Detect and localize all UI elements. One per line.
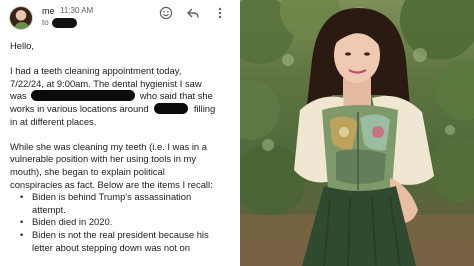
sent-time: 11:30 AM (60, 6, 94, 15)
conspiracy-list: Biden is behind Trump's assassination at… (19, 191, 234, 254)
redacted-recipient (52, 18, 77, 28)
p1-line-3: was who said that she (10, 90, 234, 103)
recipient-label: to (42, 18, 49, 27)
paragraph-2: While she was cleaning my teeth (i.e. I … (10, 141, 234, 191)
p1-line-3-end: who said that she (139, 90, 213, 102)
sender-name: me (42, 6, 55, 16)
p1-line-4-end: filling (193, 102, 216, 114)
portrait-photo (240, 0, 474, 266)
p2-line-1: While she was cleaning my teeth (i.e. I … (10, 140, 207, 152)
greeting: Hello, (10, 40, 34, 51)
smile-icon[interactable] (159, 6, 173, 20)
list-item: Biden is behind Trump's assassination at… (19, 191, 234, 216)
email-panel: me 11:30 AM to Hello, I had a teeth clea… (0, 0, 238, 266)
portrait-illustration (240, 0, 474, 266)
redacted-name (31, 90, 136, 102)
email-header: me 11:30 AM to (0, 0, 238, 34)
redacted-location (154, 102, 189, 114)
email-body: Hello, I had a teeth cleaning appointmen… (10, 40, 234, 254)
p1-line-4-start: works in various locations around (10, 102, 149, 114)
list-item: Biden died in 2020. (19, 216, 234, 229)
p1-line-4: works in various locations around fillin… (10, 102, 234, 116)
p2-line-3: mouth), she began to explain political (10, 165, 165, 177)
p1-line-5: in at different places. (10, 115, 97, 127)
p1-line-3-start: was (10, 90, 27, 102)
p2-line-4: conspiracies as fact. Below are the item… (10, 178, 213, 190)
p1-line-2: 7/22/24, at 9:00am. The dental hygienist… (10, 77, 202, 89)
sender-avatar[interactable] (9, 6, 33, 30)
p1-line-1: I had a teeth cleaning appointment today… (10, 65, 182, 77)
p2-line-2: vulnerable position with her using tools… (10, 153, 197, 165)
reply-icon[interactable] (186, 6, 200, 20)
more-vertical-icon[interactable] (213, 6, 227, 20)
list-item: Biden is not the real president because … (19, 229, 234, 254)
paragraph-1: I had a teeth cleaning appointment today… (10, 65, 234, 128)
